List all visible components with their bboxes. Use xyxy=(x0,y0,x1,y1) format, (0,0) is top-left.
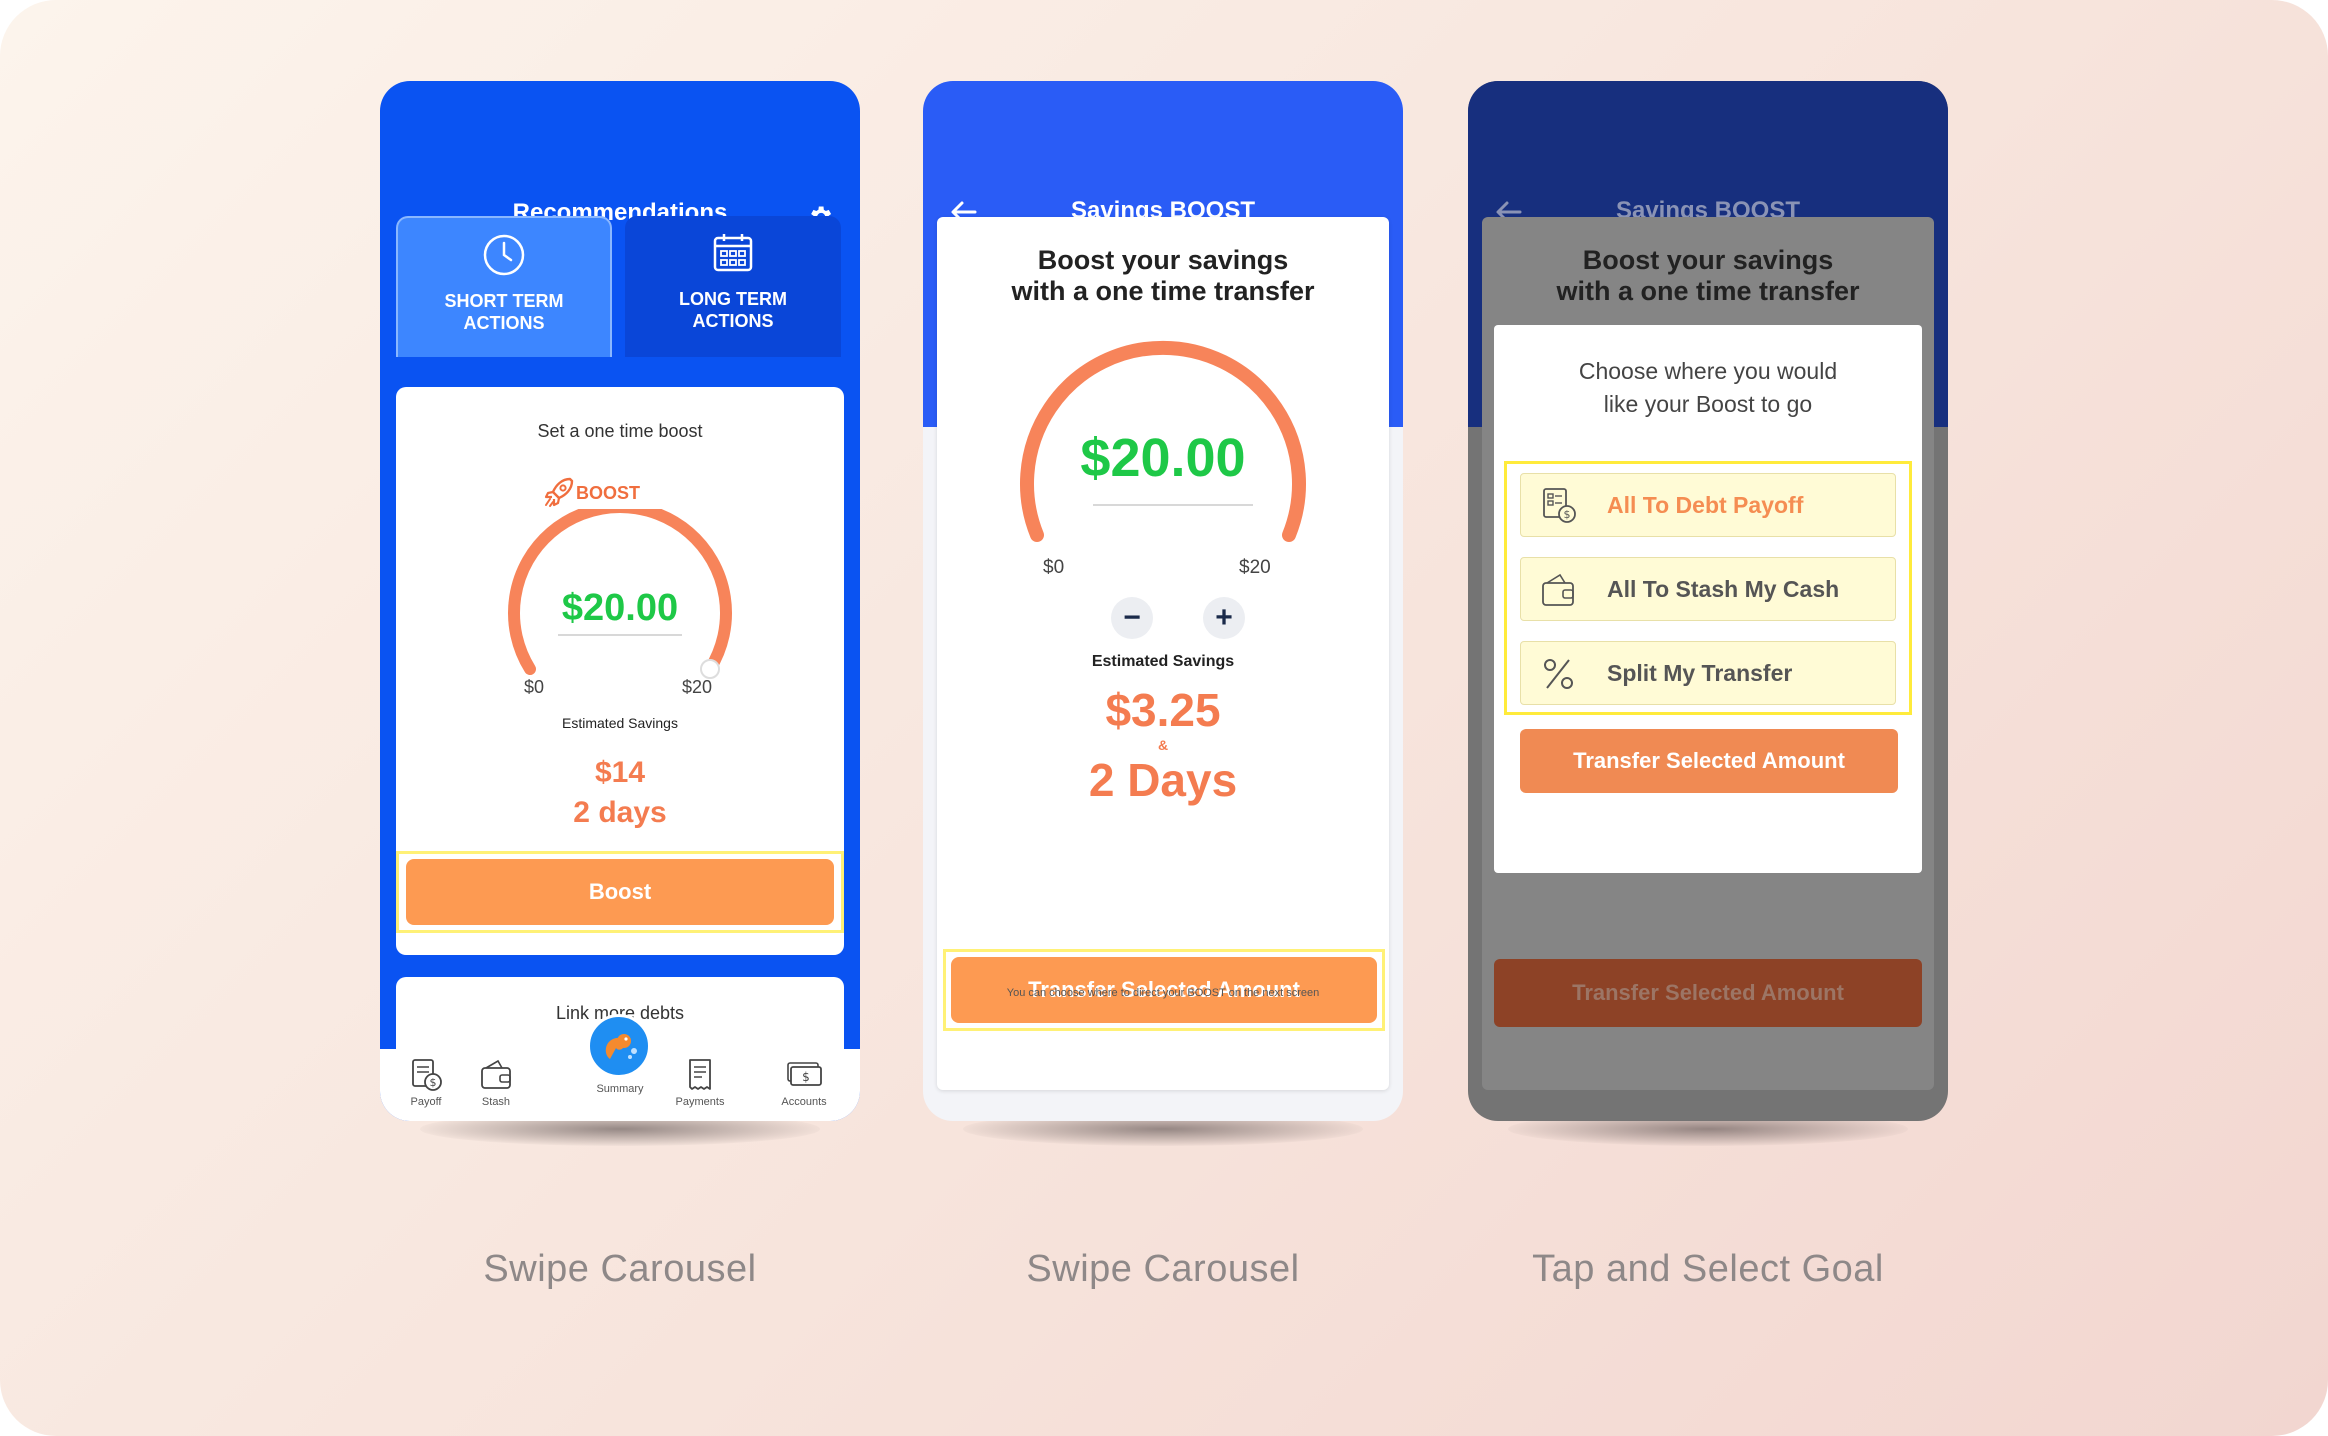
nav-payoff[interactable]: $ Payoff xyxy=(386,1057,466,1108)
gauge-handle[interactable] xyxy=(700,659,720,679)
clock-icon xyxy=(483,234,525,276)
gauge-min-label: $0 xyxy=(1043,557,1065,578)
caption: Tap and Select Goal xyxy=(1532,1248,1884,1290)
modal-line: Choose where you would xyxy=(1578,358,1838,384)
gauge-min-label: $0 xyxy=(524,677,545,697)
savings-boost-screen: Savings BOOST Boost your savings with a … xyxy=(923,81,1403,1121)
estimated-savings-value: $14 2 days xyxy=(396,753,844,833)
modal-line: like your Boost to go xyxy=(1603,391,1813,417)
svg-text:$: $ xyxy=(1564,508,1571,521)
dimmed-transfer-button: Transfer Selected Amount xyxy=(1494,959,1922,1027)
svg-text:$: $ xyxy=(430,1076,437,1089)
percent-icon xyxy=(1544,659,1573,689)
payoff-icon: $ xyxy=(412,1059,442,1091)
receipt-icon xyxy=(689,1059,711,1090)
calendar-icon xyxy=(713,234,753,272)
estimate-days: 2 days xyxy=(573,796,667,829)
recommendations-screen: Recommendations SHORT TERM ACTIONS LONG … xyxy=(380,81,860,1121)
nav-label: Summary xyxy=(596,1083,644,1095)
squirrel-logo-icon xyxy=(595,1022,643,1070)
ampersand: & xyxy=(1157,737,1169,753)
heading-line: Boost your savings xyxy=(1582,245,1834,275)
nav-label: Accounts xyxy=(781,1096,827,1108)
tab-long-term-actions[interactable]: LONG TERM ACTIONS xyxy=(625,216,841,357)
estimated-savings-value: $3.25 xyxy=(1105,684,1221,736)
tab-short-term-actions[interactable]: SHORT TERM ACTIONS xyxy=(396,216,612,357)
cash-icon: $ xyxy=(787,1062,822,1086)
estimated-savings-label: Estimated Savings xyxy=(1091,653,1235,670)
option-stash-my-cash[interactable]: All To Stash My Cash xyxy=(1520,557,1896,621)
caption: Swipe Carousel xyxy=(1026,1248,1300,1290)
nav-payments[interactable]: Payments xyxy=(660,1057,740,1108)
card-heading: Boost your savings with a one time trans… xyxy=(1482,245,1934,307)
estimated-savings-label: Estimated Savings xyxy=(562,715,678,731)
option-label: All To Stash My Cash xyxy=(1607,576,1840,602)
option-label: All To Debt Payoff xyxy=(1607,492,1804,518)
option-split-transfer[interactable]: Split My Transfer xyxy=(1520,641,1896,705)
heading-line: Boost your savings xyxy=(1037,245,1289,275)
modal-title: Choose where you would like your Boost t… xyxy=(1494,355,1922,421)
option-debt-payoff[interactable]: $ All To Debt Payoff xyxy=(1520,473,1896,537)
nav-label: Stash xyxy=(481,1096,511,1108)
tab-label: LONG TERM ACTIONS xyxy=(679,289,787,331)
card-title: Set a one time boost xyxy=(537,421,703,441)
gauge-max-label: $20 xyxy=(1239,557,1271,578)
tab-label: SHORT TERM ACTIONS xyxy=(444,291,564,333)
select-goal-screen: Savings BOOST Boost your savings with a … xyxy=(1468,81,1948,1121)
nav-stash[interactable]: Stash xyxy=(456,1057,536,1108)
presentation-canvas: Recommendations SHORT TERM ACTIONS LONG … xyxy=(0,0,2328,1436)
helper-note: You can choose where to direct your BOOS… xyxy=(1006,987,1320,999)
gauge-max-label: $20 xyxy=(682,677,713,697)
wallet-icon xyxy=(1542,573,1574,606)
option-label: Split My Transfer xyxy=(1607,660,1793,686)
nav-label: Payoff xyxy=(410,1096,442,1108)
heading-line: with a one time transfer xyxy=(1556,276,1860,306)
nav-accounts[interactable]: $ Accounts xyxy=(764,1057,844,1108)
boost-card: Set a one time boost BOOST $20.00 $0 $20… xyxy=(396,387,844,955)
boost-button[interactable]: Boost xyxy=(406,859,834,925)
boost-amount: $20.00 xyxy=(1080,428,1246,488)
decrement-button[interactable]: − xyxy=(1111,597,1153,639)
nav-summary[interactable] xyxy=(587,1014,651,1078)
increment-button[interactable]: + xyxy=(1203,597,1245,639)
transfer-selected-amount-button[interactable]: Transfer Selected Amount xyxy=(1520,729,1898,793)
estimate-amount: $14 xyxy=(594,756,646,789)
rocket-icon xyxy=(544,477,574,507)
caption: Swipe Carousel xyxy=(483,1248,757,1290)
wallet-icon xyxy=(481,1059,511,1089)
debt-payoff-icon: $ xyxy=(1543,488,1576,523)
heading-line: with a one time transfer xyxy=(1011,276,1315,306)
boost-amount: $20.00 xyxy=(561,587,679,629)
card-heading: Boost your savings with a one time trans… xyxy=(937,245,1389,307)
nav-label: Payments xyxy=(675,1096,725,1108)
boost-destination-modal: Choose where you would like your Boost t… xyxy=(1494,325,1922,873)
estimated-days: 2 Days xyxy=(1088,754,1238,806)
svg-text:$: $ xyxy=(802,1070,810,1084)
boost-tag: BOOST xyxy=(576,483,641,503)
